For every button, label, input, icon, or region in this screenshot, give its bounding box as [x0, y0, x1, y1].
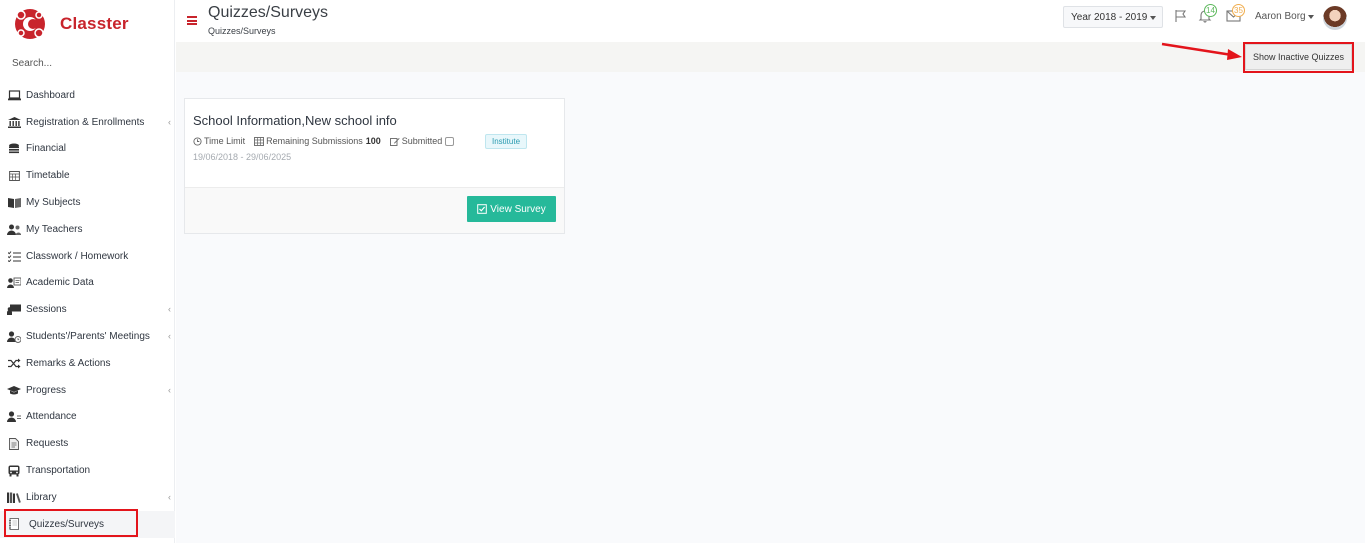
- top-header: Quizzes/Surveys Quizzes/Surveys Year 201…: [176, 0, 1365, 42]
- edit-icon: [389, 137, 400, 146]
- year-select-value: Year 2018 - 2019: [1071, 11, 1148, 23]
- menu-toggle-icon[interactable]: [187, 16, 197, 25]
- graduation-cap-icon: [7, 384, 21, 396]
- submitted-checkbox[interactable]: [445, 136, 455, 146]
- sidebar-item-sessions[interactable]: Sessions ‹: [0, 296, 175, 323]
- sidebar-item-label: Registration & Enrollments: [26, 116, 145, 128]
- survey-card: School Information,New school info Time …: [184, 98, 565, 234]
- card-footer: View Survey: [185, 187, 564, 233]
- sidebar-item-label: Transportation: [26, 465, 91, 477]
- avatar[interactable]: [1323, 6, 1347, 30]
- sidebar: Classter Dashboard Registration & Enrollm…: [0, 0, 175, 543]
- sidebar-item-dashboard[interactable]: Dashboard: [0, 82, 175, 109]
- search-input[interactable]: [12, 58, 162, 69]
- sidebar-item-label: Academic Data: [26, 277, 94, 289]
- sidebar-item-financial[interactable]: Financial: [0, 136, 175, 163]
- messages-badge: 35: [1232, 4, 1245, 17]
- annotation-highlight-box: [1243, 42, 1354, 73]
- chevron-left-icon[interactable]: ‹: [168, 331, 171, 341]
- classter-logo-icon: [15, 9, 45, 39]
- check-square-icon: [477, 204, 488, 214]
- sidebar-item-label: My Teachers: [26, 223, 83, 235]
- sidebar-item-students-parents-meetings[interactable]: Students'/Parents' Meetings ‹: [0, 323, 175, 350]
- view-survey-button[interactable]: View Survey: [467, 196, 556, 222]
- sidebar-item-label: Classwork / Homework: [26, 250, 129, 262]
- document-icon: [7, 437, 21, 450]
- sidebar-item-transportation[interactable]: Transportation: [0, 457, 175, 484]
- sidebar-item-requests[interactable]: Requests: [0, 430, 175, 457]
- survey-title: School Information,New school info: [193, 113, 397, 128]
- user-clock-icon: [7, 330, 21, 343]
- submitted-status: Submitted: [389, 136, 455, 146]
- chevron-down-icon[interactable]: [1308, 15, 1314, 19]
- chevron-left-icon[interactable]: ‹: [168, 117, 171, 127]
- bus-icon: [7, 465, 21, 477]
- sidebar-item-timetable[interactable]: Timetable: [0, 162, 175, 189]
- brand-name: Classter: [60, 14, 129, 33]
- user-name[interactable]: Aaron Borg: [1255, 11, 1306, 22]
- breadcrumb[interactable]: Quizzes/Surveys: [208, 26, 276, 36]
- sidebar-item-label: Requests: [26, 438, 69, 450]
- survey-dates: 19/06/2018 - 29/06/2025: [193, 152, 292, 162]
- user-list-icon: [7, 411, 21, 423]
- shuffle-icon: [7, 357, 21, 369]
- notifications-badge: 14: [1204, 4, 1217, 17]
- chevron-left-icon[interactable]: ‹: [168, 492, 171, 502]
- sidebar-search: [12, 58, 162, 69]
- laptop-icon: [7, 89, 21, 101]
- books-icon: [7, 491, 21, 503]
- presentation-icon: [7, 304, 21, 316]
- list-check-icon: [7, 250, 21, 262]
- bank-icon: [7, 116, 21, 128]
- coins-icon: [7, 143, 21, 155]
- sidebar-item-label: Library: [26, 491, 57, 503]
- sidebar-item-label: Timetable: [26, 170, 70, 182]
- chevron-left-icon[interactable]: ‹: [168, 304, 171, 314]
- calendar-icon: [7, 170, 21, 182]
- remaining-submissions: Remaining Submissions 100: [254, 136, 381, 146]
- sidebar-item-label: Progress: [26, 384, 67, 396]
- toolbar: Show Inactive Quizzes: [176, 42, 1365, 73]
- sidebar-item-library[interactable]: Library ‹: [0, 484, 175, 511]
- sidebar-item-label: Financial: [26, 143, 67, 155]
- annotation-arrow-icon: [1161, 42, 1242, 60]
- sidebar-item-label: Attendance: [26, 411, 77, 423]
- active-item-highlight: [4, 509, 138, 537]
- sidebar-nav: Dashboard Registration & Enrollments ‹ Fina…: [0, 82, 175, 538]
- year-select[interactable]: Year 2018 - 2019: [1063, 6, 1163, 28]
- sidebar-item-registration-enrollments[interactable]: Registration & Enrollments ‹: [0, 109, 175, 136]
- book-icon: [7, 197, 21, 209]
- remaining-count: 100: [365, 136, 381, 146]
- sidebar-item-label: Sessions: [26, 304, 67, 316]
- chevron-down-icon: [1150, 16, 1156, 20]
- logo[interactable]: Classter: [14, 7, 129, 41]
- time-limit: Time Limit: [193, 136, 245, 146]
- user-card-icon: [7, 277, 21, 289]
- chevron-left-icon[interactable]: ‹: [168, 385, 171, 395]
- sidebar-item-my-teachers[interactable]: My Teachers: [0, 216, 175, 243]
- sidebar-item-progress[interactable]: Progress ‹: [0, 377, 175, 404]
- sidebar-item-remarks-actions[interactable]: Remarks & Actions: [0, 350, 175, 377]
- sidebar-item-label: Dashboard: [26, 89, 75, 101]
- category-badge: Institute: [485, 134, 528, 149]
- grid-icon: [254, 136, 265, 146]
- sidebar-item-label: My Subjects: [26, 197, 81, 209]
- page-title: Quizzes/Surveys: [208, 4, 329, 21]
- sidebar-item-label: Students'/Parents' Meetings: [26, 331, 150, 343]
- main-content: Show Inactive Quizzes School Information…: [176, 42, 1365, 543]
- flag-icon[interactable]: [1174, 9, 1188, 23]
- survey-meta: Time Limit Remaining Submissions 100 Subm…: [193, 136, 463, 146]
- sidebar-item-label: Remarks & Actions: [26, 357, 111, 369]
- sidebar-item-classwork-homework[interactable]: Classwork / Homework: [0, 243, 175, 270]
- sidebar-item-academic-data[interactable]: Academic Data: [0, 270, 175, 297]
- sidebar-item-my-subjects[interactable]: My Subjects: [0, 189, 175, 216]
- users-icon: [7, 223, 21, 235]
- clock-icon: [193, 136, 202, 146]
- sidebar-item-attendance[interactable]: Attendance: [0, 404, 175, 431]
